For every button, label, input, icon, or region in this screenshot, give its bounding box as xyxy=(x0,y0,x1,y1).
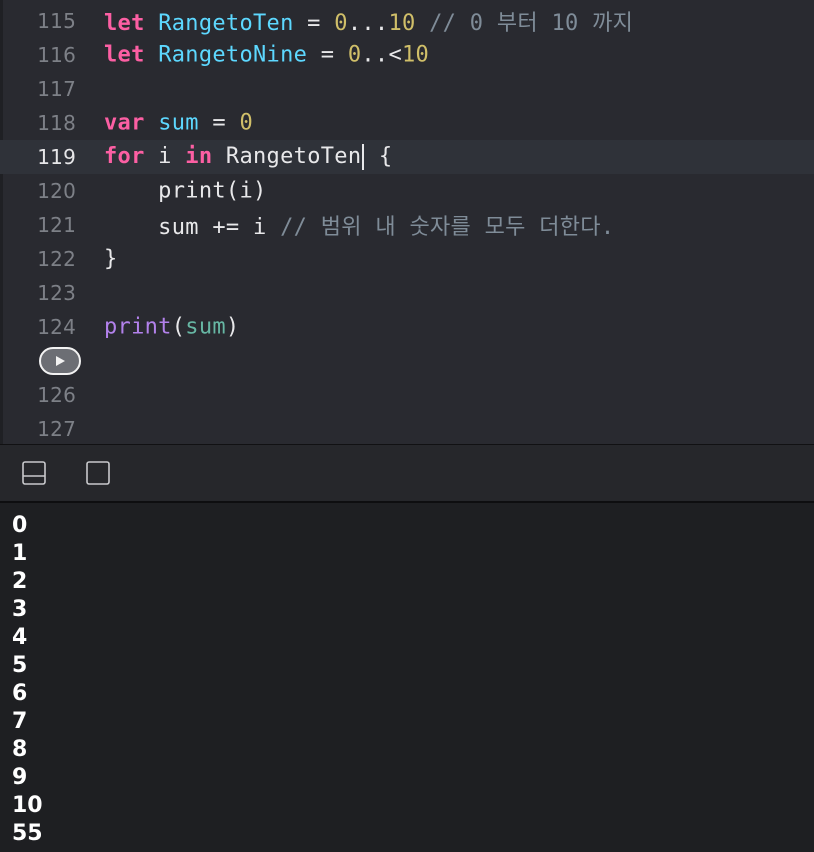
code-text: print(sum) xyxy=(104,315,239,340)
line-number: 117 xyxy=(37,77,76,101)
code-token: } xyxy=(104,246,118,272)
code-line[interactable]: 116 let RangetoNine = 0..<10 xyxy=(0,38,814,72)
code-line[interactable]: 123 xyxy=(0,276,814,310)
console-output-line: 3 xyxy=(12,597,28,622)
code-token: 10 xyxy=(402,42,430,68)
console-output-line: 55 xyxy=(12,821,43,846)
console-output-line: 4 xyxy=(12,625,28,650)
code-text: let RangetoNine = 0..<10 xyxy=(104,43,429,68)
line-number: 121 xyxy=(37,213,76,237)
code-line[interactable] xyxy=(0,344,814,378)
line-number: 122 xyxy=(37,247,76,271)
code-line[interactable]: 118 var sum = 0 xyxy=(0,106,814,140)
console-output-line: 6 xyxy=(12,681,28,706)
code-token: // 0 부터 10 까지 xyxy=(429,11,634,36)
code-text: sum += i // 범위 내 숫자를 모두 더한다. xyxy=(104,209,614,241)
code-token: ..< xyxy=(361,42,403,68)
line-number: 127 xyxy=(37,417,76,441)
line-number: 124 xyxy=(37,315,76,339)
run-button[interactable] xyxy=(39,347,81,375)
code-token: = xyxy=(293,11,335,36)
code-text: } xyxy=(104,247,118,272)
play-icon xyxy=(56,356,65,366)
code-token: in xyxy=(185,144,213,169)
code-token: { xyxy=(365,144,393,169)
code-token: print xyxy=(104,314,172,340)
code-line[interactable]: 124 print(sum) xyxy=(0,310,814,344)
console-output-line: 8 xyxy=(12,737,28,762)
code-line[interactable]: 119 for i in RangetoTen { xyxy=(0,140,814,174)
console-output-line: 2 xyxy=(12,569,28,594)
code-token: ... xyxy=(347,11,389,36)
code-line[interactable]: 117 xyxy=(0,72,814,106)
console-output-line: 5 xyxy=(12,653,28,678)
line-number: 116 xyxy=(37,43,76,67)
code-text: for i in RangetoTen { xyxy=(104,144,392,170)
code-token: sum xyxy=(158,110,199,136)
code-text: let RangetoTen = 0...10 // 0 부터 10 까지 xyxy=(104,5,633,37)
line-number: 120 xyxy=(37,179,76,203)
code-token: print(i) xyxy=(104,178,267,204)
line-number: 123 xyxy=(37,281,76,305)
code-token: RangetoTen xyxy=(212,144,362,169)
code-line[interactable]: 115 let RangetoTen = 0...10 // 0 부터 10 까지 xyxy=(0,4,814,38)
code-text: print(i) xyxy=(104,179,267,204)
code-token: let xyxy=(104,42,145,68)
code-line[interactable]: 121 sum += i // 범위 내 숫자를 모두 더한다. xyxy=(0,208,814,242)
code-editor[interactable]: 115 let RangetoTen = 0...10 // 0 부터 10 까지… xyxy=(0,0,814,444)
code-token: ) xyxy=(225,314,240,340)
code-token: 0 xyxy=(347,42,362,68)
console-output-line: 9 xyxy=(12,765,28,790)
console-output-line: 1 xyxy=(12,541,28,566)
code-text: var sum = 0 xyxy=(104,111,253,136)
line-number: 126 xyxy=(37,383,76,407)
code-token: // 범위 내 숫자를 모두 더한다. xyxy=(280,215,615,240)
code-line[interactable]: 120 print(i) xyxy=(0,174,814,208)
console-output-line: 7 xyxy=(12,709,28,734)
code-token: = xyxy=(198,110,240,136)
console-output-line: 10 xyxy=(12,793,43,818)
code-token: 0 xyxy=(334,11,348,36)
code-token: sum += i xyxy=(104,215,281,240)
code-line[interactable]: 126 xyxy=(0,378,814,412)
code-token: for xyxy=(104,144,145,169)
code-token: var xyxy=(104,110,145,136)
code-token: 0 xyxy=(239,110,254,136)
code-token: ( xyxy=(171,314,186,340)
code-token: RangetoNine xyxy=(158,42,308,68)
code-line[interactable]: 127 xyxy=(0,412,814,444)
hide-console-icon[interactable] xyxy=(86,461,110,485)
code-token: i xyxy=(144,144,186,169)
code-line[interactable]: 122} xyxy=(0,242,814,276)
console-output-line: 0 xyxy=(12,513,28,538)
code-token: let xyxy=(104,11,145,36)
line-number: 119 xyxy=(37,145,76,169)
debug-bar xyxy=(0,445,814,501)
code-token: 10 xyxy=(388,11,416,36)
line-number: 115 xyxy=(37,9,76,33)
code-token: = xyxy=(307,42,348,68)
line-number: 118 xyxy=(37,111,76,135)
code-token: RangetoTen xyxy=(158,11,294,36)
hide-debug-area-icon[interactable] xyxy=(22,461,46,485)
code-token: sum xyxy=(185,314,226,340)
console-output[interactable]: 0 1 2 3 4 5 6 7 8 9 10 55 xyxy=(0,503,814,852)
